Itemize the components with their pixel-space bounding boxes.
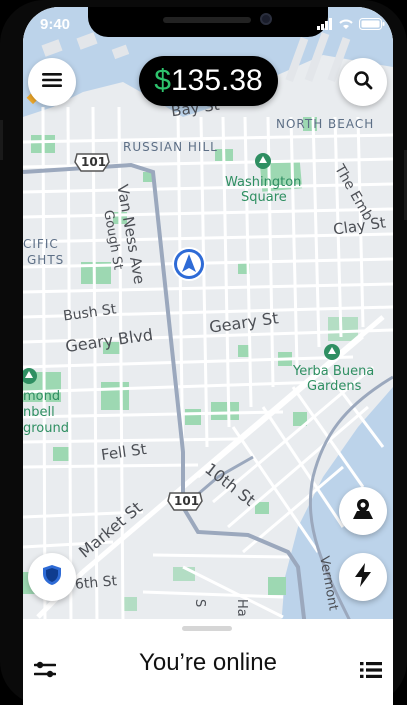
opportunities-button[interactable] [339, 553, 387, 601]
trip-list-button[interactable] [358, 659, 384, 685]
earnings-amount: 135.38 [170, 64, 263, 97]
front-camera [260, 13, 272, 25]
lightning-bolt-icon [353, 562, 373, 592]
current-location-marker[interactable] [171, 246, 207, 282]
safety-toolkit-button[interactable] [28, 553, 76, 601]
neighborhood-label: CIFIC [23, 237, 59, 251]
map-view[interactable]: 101 101 Bay St NORTH BEACH RUSSIAN HILL … [23, 7, 393, 705]
volume-button [0, 120, 3, 160]
clock: 9:40 [40, 16, 71, 33]
park-label: Gardens [307, 379, 362, 394]
speaker [163, 17, 251, 23]
street-label: Ha [234, 599, 249, 617]
menu-button[interactable] [28, 58, 76, 106]
notch [88, 7, 328, 37]
currency-symbol: $ [154, 64, 171, 97]
wifi-icon [338, 17, 354, 35]
list-icon [360, 661, 382, 684]
neighborhood-label: GHTS [27, 253, 65, 267]
park-label: mond [23, 389, 61, 404]
park-label: Square [241, 190, 287, 205]
shield-icon [42, 564, 62, 591]
neighborhood-label: RUSSIAN HILL [123, 140, 218, 154]
search-button[interactable] [339, 58, 387, 106]
drag-handle[interactable] [182, 626, 232, 631]
park-label: nbell [23, 405, 55, 420]
battery-icon [359, 17, 385, 35]
park-label: ground [23, 421, 69, 436]
status-icons [317, 17, 385, 35]
status-bar: 9:40 [23, 7, 393, 45]
bottom-sheet[interactable]: You’re online [23, 619, 393, 705]
park-label: Washington [225, 175, 302, 190]
map-pin-icon [351, 497, 375, 526]
street-label: S [192, 599, 207, 608]
phone-frame: 101 101 Bay St NORTH BEACH RUSSIAN HILL … [0, 0, 407, 705]
screen: 101 101 Bay St NORTH BEACH RUSSIAN HILL … [23, 7, 393, 705]
earnings-pill[interactable]: $ 135.38 [139, 56, 278, 106]
highway-shield-label: 101 [81, 155, 107, 169]
park-label: Yerba Buena [293, 364, 375, 379]
online-status: You’re online [139, 649, 277, 676]
hamburger-icon [42, 72, 62, 93]
search-icon [353, 70, 373, 95]
neighborhood-label: NORTH BEACH [276, 117, 375, 131]
highway-shield-label: 101 [174, 494, 200, 508]
signal-icon [317, 17, 333, 35]
destination-filter-button[interactable] [339, 487, 387, 535]
